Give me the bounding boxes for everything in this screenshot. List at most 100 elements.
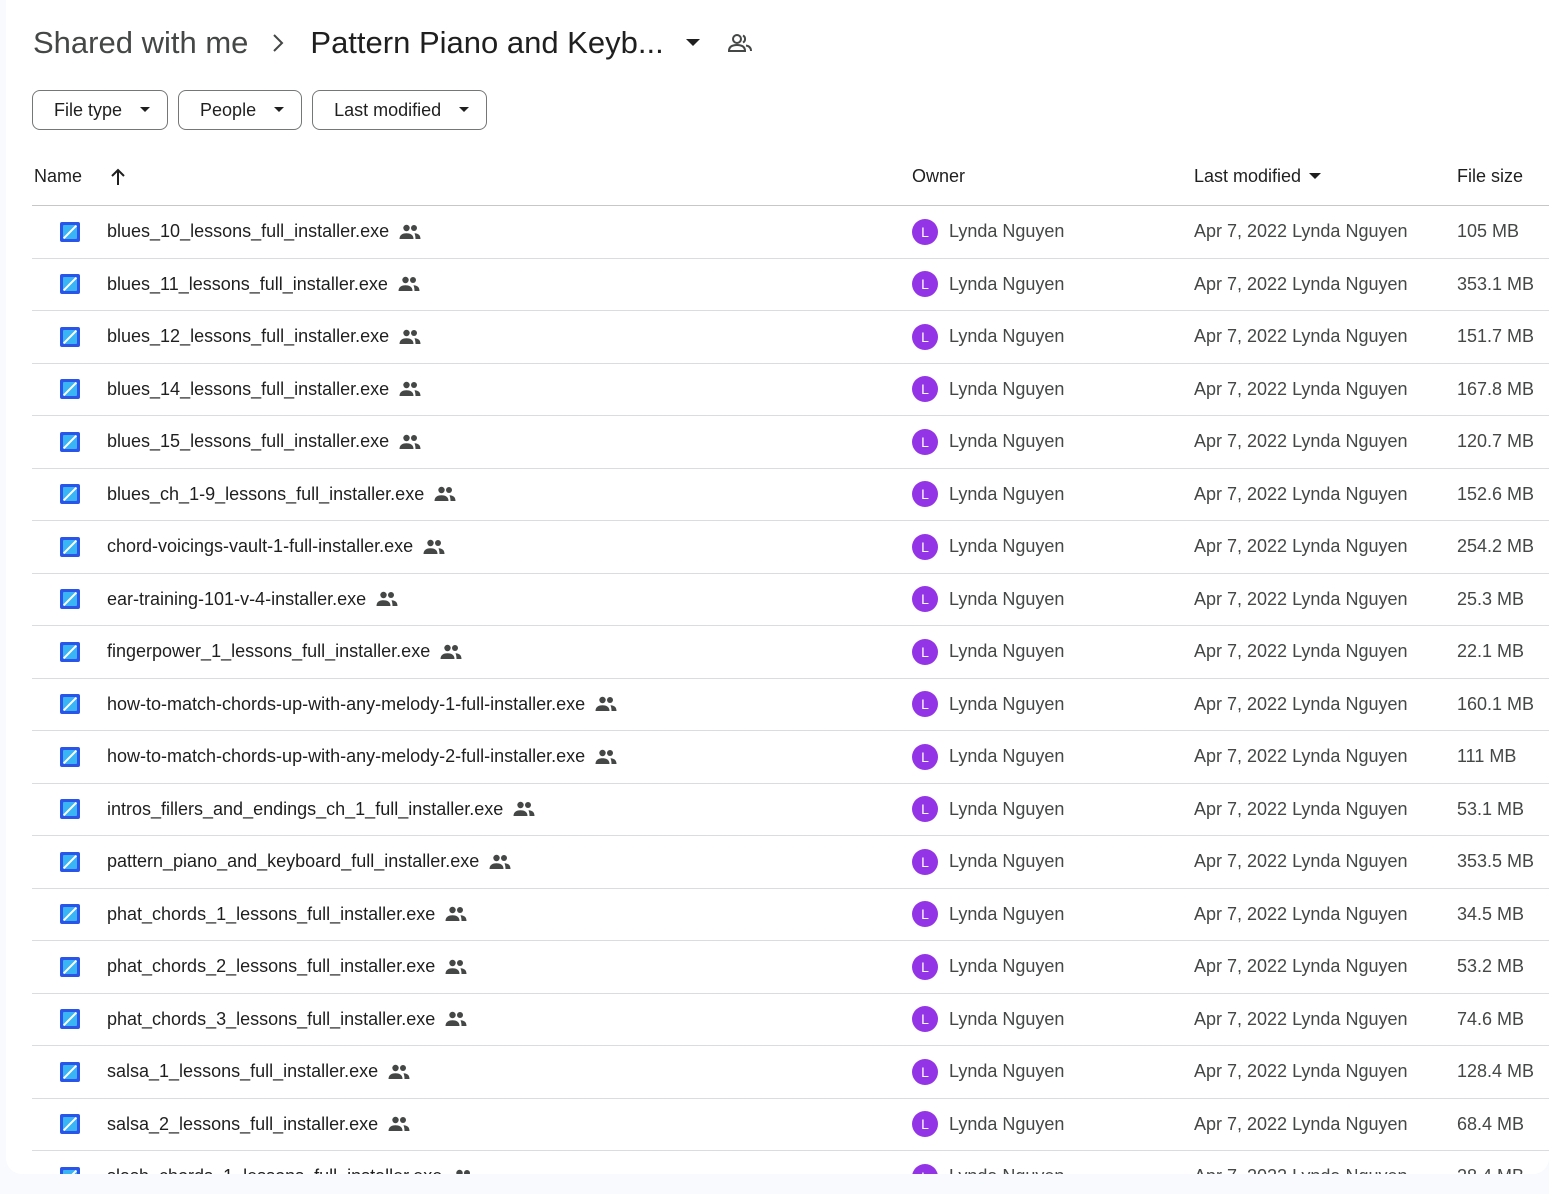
owner-name: Lynda Nguyen: [949, 588, 1065, 609]
avatar[interactable]: L: [912, 901, 938, 928]
table-row[interactable]: blues_14_lessons_full_installer.exe L Ly…: [32, 364, 1549, 416]
column-header-name[interactable]: Name: [34, 166, 126, 187]
breadcrumb-current-folder[interactable]: Pattern Piano and Keyb...: [310, 25, 663, 61]
file-name: intros_fillers_and_endings_ch_1_full_ins…: [107, 798, 504, 819]
file-name-cell[interactable]: salsa_2_lessons_full_installer.exe: [107, 1099, 410, 1151]
file-name-cell[interactable]: intros_fillers_and_endings_ch_1_full_ins…: [107, 784, 535, 836]
chevron-right-icon: [272, 33, 284, 53]
table-row[interactable]: ear-training-101-v-4-installer.exe L Lyn…: [32, 574, 1549, 626]
file-name-cell[interactable]: phat_chords_1_lessons_full_installer.exe: [107, 889, 467, 941]
owner-name: Lynda Nguyen: [949, 326, 1065, 347]
file-name-cell[interactable]: phat_chords_2_lessons_full_installer.exe: [107, 941, 467, 993]
avatar[interactable]: L: [912, 428, 938, 455]
file-name: chord-voicings-vault-1-full-installer.ex…: [107, 536, 414, 557]
exe-file-icon: [60, 259, 80, 311]
file-name-cell[interactable]: chord-voicings-vault-1-full-installer.ex…: [107, 521, 445, 573]
file-size-cell: 152.6 MB: [1457, 483, 1535, 504]
avatar[interactable]: L: [912, 953, 938, 980]
table-row[interactable]: intros_fillers_and_endings_ch_1_full_ins…: [32, 784, 1549, 836]
table-row[interactable]: phat_chords_2_lessons_full_installer.exe…: [32, 941, 1549, 994]
avatar[interactable]: L: [912, 533, 938, 560]
column-header-file-size[interactable]: File size: [1457, 166, 1523, 187]
avatar[interactable]: L: [912, 1163, 938, 1174]
table-row[interactable]: salsa_1_lessons_full_installer.exe L Lyn…: [32, 1046, 1549, 1099]
file-name: phat_chords_1_lessons_full_installer.exe: [107, 903, 436, 924]
last-modified-cell: Apr 7, 2022 Lynda Nguyen: [1194, 536, 1408, 557]
file-name-cell[interactable]: salsa_1_lessons_full_installer.exe: [107, 1046, 410, 1098]
caret-down-icon: [274, 107, 285, 113]
file-name-cell[interactable]: blues_14_lessons_full_installer.exe: [107, 364, 421, 416]
avatar[interactable]: L: [912, 1006, 938, 1033]
last-modified-cell: Apr 7, 2022 Lynda Nguyen: [1194, 851, 1408, 872]
shared-people-icon: [423, 539, 445, 555]
file-name-cell[interactable]: blues_ch_1-9_lessons_full_installer.exe: [107, 469, 456, 521]
file-name-cell[interactable]: blues_15_lessons_full_installer.exe: [107, 416, 421, 468]
avatar[interactable]: L: [912, 586, 938, 613]
avatar[interactable]: L: [912, 1058, 938, 1085]
shared-people-icon: [376, 591, 398, 607]
table-row[interactable]: how-to-match-chords-up-with-any-melody-2…: [32, 731, 1549, 784]
avatar[interactable]: L: [912, 1111, 938, 1138]
table-row[interactable]: blues_10_lessons_full_installer.exe L Ly…: [32, 206, 1549, 259]
avatar[interactable]: L: [912, 376, 938, 403]
last-modified-filter[interactable]: Last modified: [312, 90, 488, 130]
last-modified-cell: Apr 7, 2022 Lynda Nguyen: [1194, 1113, 1408, 1134]
shared-people-icon: [513, 801, 535, 817]
file-name: fingerpower_1_lessons_full_installer.exe: [107, 641, 431, 662]
file-type-filter[interactable]: File type: [32, 90, 169, 130]
avatar[interactable]: L: [912, 638, 938, 665]
table-row[interactable]: salsa_2_lessons_full_installer.exe L Lyn…: [32, 1099, 1549, 1151]
sort-arrow-up-icon[interactable]: [110, 168, 126, 186]
last-modified-cell: Apr 7, 2022 Lynda Nguyen: [1194, 378, 1408, 399]
shared-folder-people-icon[interactable]: [727, 33, 752, 53]
owner-name: Lynda Nguyen: [949, 798, 1065, 819]
avatar[interactable]: L: [912, 323, 938, 350]
folder-menu-caret-icon[interactable]: [685, 39, 700, 47]
column-header-last-modified[interactable]: Last modified: [1194, 166, 1322, 187]
exe-file-icon: [60, 889, 80, 941]
avatar[interactable]: L: [912, 848, 938, 875]
column-header-owner[interactable]: Owner: [912, 166, 965, 187]
table-row[interactable]: blues_ch_1-9_lessons_full_installer.exe …: [32, 469, 1549, 521]
drive-main-panel: Shared with me Pattern Piano and Keyb...…: [6, 0, 1549, 1174]
table-row[interactable]: fingerpower_1_lessons_full_installer.exe…: [32, 626, 1549, 679]
table-row[interactable]: blues_15_lessons_full_installer.exe L Ly…: [32, 416, 1549, 469]
file-name-cell[interactable]: how-to-match-chords-up-with-any-melody-1…: [107, 679, 617, 731]
file-name-cell[interactable]: phat_chords_3_lessons_full_installer.exe: [107, 994, 467, 1046]
owner-name: Lynda Nguyen: [949, 536, 1065, 557]
file-name: blues_ch_1-9_lessons_full_installer.exe: [107, 483, 425, 504]
avatar[interactable]: L: [912, 743, 938, 770]
file-name-cell[interactable]: slash_chords_1_lessons_full_installer.ex…: [107, 1151, 474, 1174]
owner-cell: L Lynda Nguyen: [912, 679, 1064, 731]
avatar[interactable]: L: [912, 796, 938, 823]
people-filter[interactable]: People: [178, 90, 303, 130]
shared-people-icon: [445, 906, 467, 922]
last-modified-cell: Apr 7, 2022 Lynda Nguyen: [1194, 903, 1408, 924]
file-name-cell[interactable]: blues_10_lessons_full_installer.exe: [107, 206, 421, 258]
file-name-cell[interactable]: ear-training-101-v-4-installer.exe: [107, 574, 398, 626]
file-name-cell[interactable]: fingerpower_1_lessons_full_installer.exe: [107, 626, 462, 678]
table-row[interactable]: blues_12_lessons_full_installer.exe L Ly…: [32, 311, 1549, 364]
avatar[interactable]: L: [912, 218, 938, 245]
avatar[interactable]: L: [912, 271, 938, 298]
last-modified-cell: Apr 7, 2022 Lynda Nguyen: [1194, 798, 1408, 819]
exe-file-icon: [60, 1151, 80, 1174]
shared-people-icon: [399, 224, 421, 240]
owner-cell: L Lynda Nguyen: [912, 259, 1064, 311]
avatar[interactable]: L: [912, 481, 938, 508]
avatar[interactable]: L: [912, 691, 938, 718]
file-name-cell[interactable]: how-to-match-chords-up-with-any-melody-2…: [107, 731, 617, 783]
file-name-cell[interactable]: pattern_piano_and_keyboard_full_installe…: [107, 836, 511, 888]
table-row[interactable]: chord-voicings-vault-1-full-installer.ex…: [32, 521, 1549, 574]
table-row[interactable]: phat_chords_1_lessons_full_installer.exe…: [32, 889, 1549, 941]
table-row[interactable]: pattern_piano_and_keyboard_full_installe…: [32, 836, 1549, 889]
table-row[interactable]: slash_chords_1_lessons_full_installer.ex…: [32, 1151, 1549, 1174]
table-row[interactable]: blues_11_lessons_full_installer.exe L Ly…: [32, 259, 1549, 311]
exe-file-icon: [60, 679, 80, 731]
file-size-cell: 353.1 MB: [1457, 273, 1535, 294]
table-row[interactable]: how-to-match-chords-up-with-any-melody-1…: [32, 679, 1549, 731]
file-name-cell[interactable]: blues_12_lessons_full_installer.exe: [107, 311, 421, 363]
table-row[interactable]: phat_chords_3_lessons_full_installer.exe…: [32, 994, 1549, 1046]
breadcrumb-shared-with-me[interactable]: Shared with me: [33, 25, 248, 61]
file-name-cell[interactable]: blues_11_lessons_full_installer.exe: [107, 259, 420, 311]
